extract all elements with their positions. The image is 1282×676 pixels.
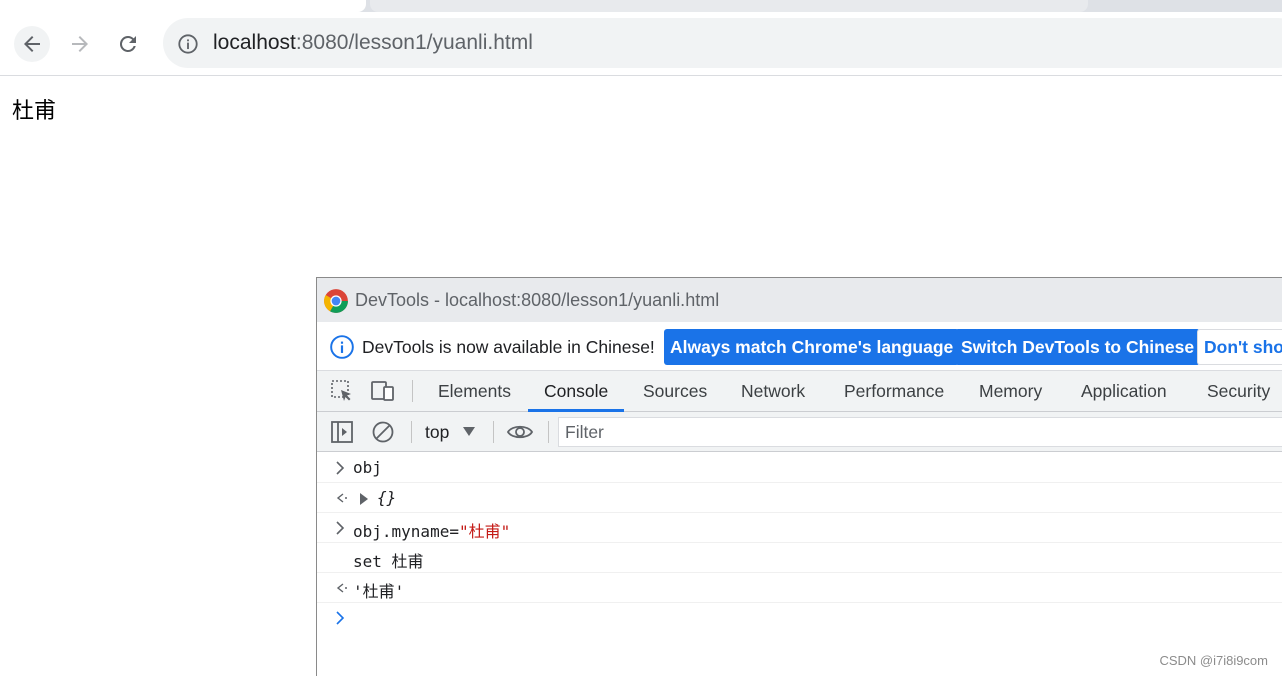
chevron-right-icon xyxy=(336,521,345,535)
inactive-tab[interactable] xyxy=(370,0,1088,12)
tab-console[interactable]: Console xyxy=(528,371,625,412)
chrome-logo-icon xyxy=(324,289,348,313)
infobar-message: DevTools is now available in Chinese! xyxy=(362,337,655,357)
tab-performance[interactable]: Performance xyxy=(828,371,960,412)
address-bar[interactable]: localhost:8080/lesson1/yuanli.html xyxy=(163,18,1282,68)
chevron-right-icon xyxy=(336,461,345,475)
eye-icon[interactable] xyxy=(506,420,534,444)
console-input-text: obj xyxy=(353,458,382,477)
assign-string: "杜甫" xyxy=(458,522,511,541)
sidebar-toggle-icon[interactable] xyxy=(330,420,354,444)
console-entry-input: obj xyxy=(317,453,1282,483)
console-input-text: obj.myname="杜甫" xyxy=(353,518,510,542)
tab-memory[interactable]: Memory xyxy=(963,371,1058,412)
console-entry-result: '杜甫' xyxy=(317,573,1282,603)
reload-icon xyxy=(119,35,136,52)
filter-field[interactable] xyxy=(558,417,1282,447)
info-icon[interactable] xyxy=(177,33,199,55)
dont-show-button[interactable]: Don't show again xyxy=(1197,329,1282,365)
tab-sources[interactable]: Sources xyxy=(627,371,723,412)
console-output: obj {} obj.myname="杜甫" set 杜甫 '杜甫' xyxy=(317,453,1282,676)
arrow-right-icon xyxy=(72,36,88,52)
tabbar-separator xyxy=(412,380,413,402)
tab-security[interactable]: Security xyxy=(1191,371,1282,412)
forward-button[interactable] xyxy=(62,26,98,62)
console-toolbar: top xyxy=(317,412,1282,452)
browser-toolbar: localhost:8080/lesson1/yuanli.html xyxy=(0,12,1282,75)
toolbar-separator xyxy=(411,421,412,443)
console-entry-input: obj.myname="杜甫" xyxy=(317,513,1282,543)
clear-console-icon[interactable] xyxy=(371,420,395,444)
prompt-chevron-icon xyxy=(336,611,345,625)
match-language-button[interactable]: Always match Chrome's language xyxy=(664,329,960,365)
return-arrow-icon xyxy=(336,583,347,593)
console-result-object[interactable]: {} xyxy=(377,488,396,507)
expand-triangle-icon[interactable] xyxy=(359,493,369,505)
devtools-titlebar[interactable]: DevTools - localhost:8080/lesson1/yuanli… xyxy=(317,278,1282,322)
toolbar-separator-2 xyxy=(493,421,494,443)
inspect-element-icon[interactable] xyxy=(330,379,354,403)
language-infobar: DevTools is now available in Chinese! Al… xyxy=(317,322,1282,371)
switch-chinese-button[interactable]: Switch DevTools to Chinese xyxy=(955,329,1201,365)
return-arrow-icon xyxy=(336,493,347,503)
toolbar-divider xyxy=(0,75,1282,76)
tab-strip xyxy=(0,0,1282,12)
active-tab[interactable] xyxy=(0,0,366,12)
watermark: CSDN @i7i8i9com xyxy=(1159,653,1268,668)
context-value: top xyxy=(425,421,450,442)
url-path: :8080/lesson1/yuanli.html xyxy=(295,31,533,54)
toolbar-separator-3 xyxy=(548,421,549,443)
console-log-text: set 杜甫 xyxy=(353,552,424,571)
reload-button[interactable] xyxy=(110,26,146,62)
console-result-string: '杜甫' xyxy=(353,582,405,601)
assign-expression: obj.myname= xyxy=(353,522,459,541)
console-entry-log: set 杜甫 xyxy=(317,543,1282,573)
console-prompt[interactable] xyxy=(317,603,1282,633)
info-circle-icon xyxy=(330,335,354,359)
arrow-left-icon xyxy=(24,36,40,52)
page-body-text: 杜甫 xyxy=(12,99,57,124)
back-button[interactable] xyxy=(14,26,50,62)
tab-elements[interactable]: Elements xyxy=(422,371,527,412)
devtools-title: DevTools - localhost:8080/lesson1/yuanli… xyxy=(355,290,720,310)
dropdown-arrow-icon xyxy=(463,427,476,436)
url-host: localhost xyxy=(213,31,296,54)
context-selector[interactable]: top xyxy=(425,419,476,445)
tab-network[interactable]: Network xyxy=(725,371,821,412)
url-text: localhost:8080/lesson1/yuanli.html xyxy=(213,31,533,55)
devtools-window: DevTools - localhost:8080/lesson1/yuanli… xyxy=(316,277,1282,676)
tab-application[interactable]: Application xyxy=(1065,371,1183,412)
devtools-tabbar: Elements Console Sources Network Perform… xyxy=(317,371,1282,412)
device-toolbar-icon[interactable] xyxy=(370,379,396,403)
console-entry-result: {} xyxy=(317,483,1282,513)
filter-input[interactable] xyxy=(559,418,1282,446)
